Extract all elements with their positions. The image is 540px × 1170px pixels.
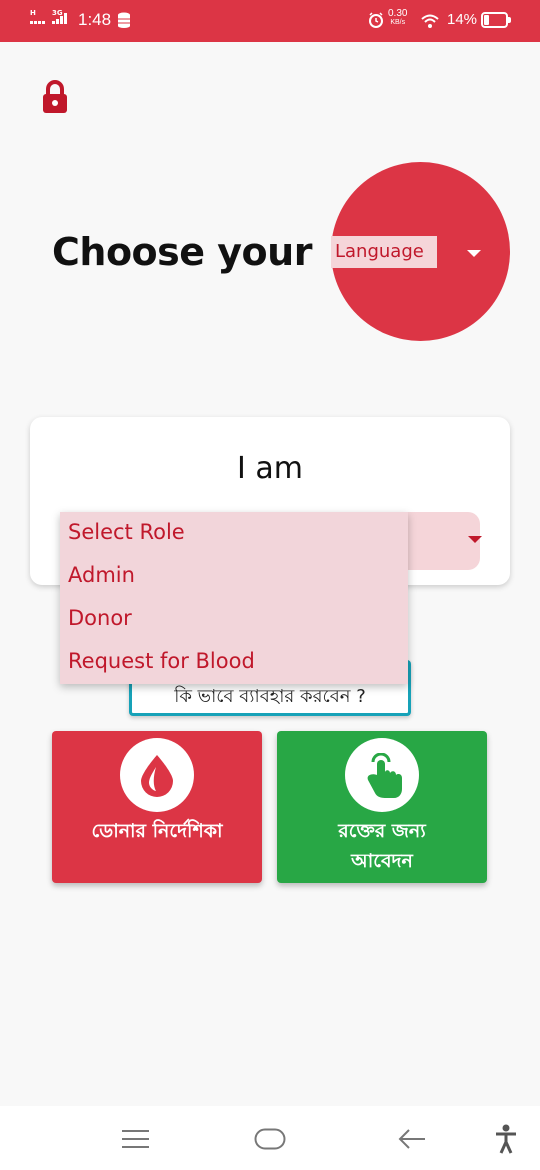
blood-drop-icon [141,755,173,797]
signal-2-icon: 3G [52,9,68,24]
language-select[interactable]: Language [331,236,437,268]
home-icon[interactable] [254,1128,286,1154]
network-tag-1: H [30,9,36,17]
lock-icon[interactable] [40,80,70,118]
back-icon[interactable] [398,1128,426,1154]
net-speed-unit: KB/s [390,19,406,26]
donor-guide-icon-circle [120,738,194,812]
role-option-admin[interactable]: Admin [68,563,135,587]
role-option-request-blood[interactable]: Request for Blood [68,649,255,673]
role-caret-down-icon[interactable] [468,536,482,543]
role-option-donor[interactable]: Donor [68,606,132,630]
net-speed-value: 0.30 [388,8,408,19]
battery-icon [481,12,511,28]
clock: 1:48 [78,10,112,29]
status-bar: H 3G 1:48 0.30 KB/s 14% [0,0,540,42]
choose-language-title: Choose your [52,230,312,274]
network-tag-2: 3G [52,9,63,17]
signal-indicators: H 3G [30,9,68,24]
request-blood-label-line1: রক্তের জন্য [338,820,426,842]
donor-guide-tile[interactable]: ডোনার নির্দেশিকা [52,731,262,883]
battery-percent: 14% [447,11,478,28]
signal-1-icon: H [30,9,46,24]
accessibility-icon[interactable] [495,1124,517,1158]
donor-guide-label: ডোনার নির্দেশিকা [91,820,223,842]
role-card-title: I am [237,451,303,486]
role-dropdown-menu: Select Role Admin Donor Request for Bloo… [60,512,408,684]
language-caret-down-icon[interactable] [467,250,481,257]
request-blood-icon-circle [345,738,419,812]
net-speed: 0.30 KB/s [388,9,407,27]
how-to-use-label: কি ভাবে ব্যাবহার করবেন ? [174,686,366,707]
wifi-icon [421,13,439,32]
system-nav-bar [0,1106,540,1170]
request-blood-label-line2: আবেদন [351,850,413,872]
role-option-select-role[interactable]: Select Role [68,520,185,544]
menu-icon[interactable] [121,1130,150,1152]
request-blood-tile[interactable]: রক্তের জন্য আবেদন [277,731,487,883]
alarm-icon [368,12,384,32]
database-icon [117,12,131,32]
tap-hand-icon [367,753,402,798]
